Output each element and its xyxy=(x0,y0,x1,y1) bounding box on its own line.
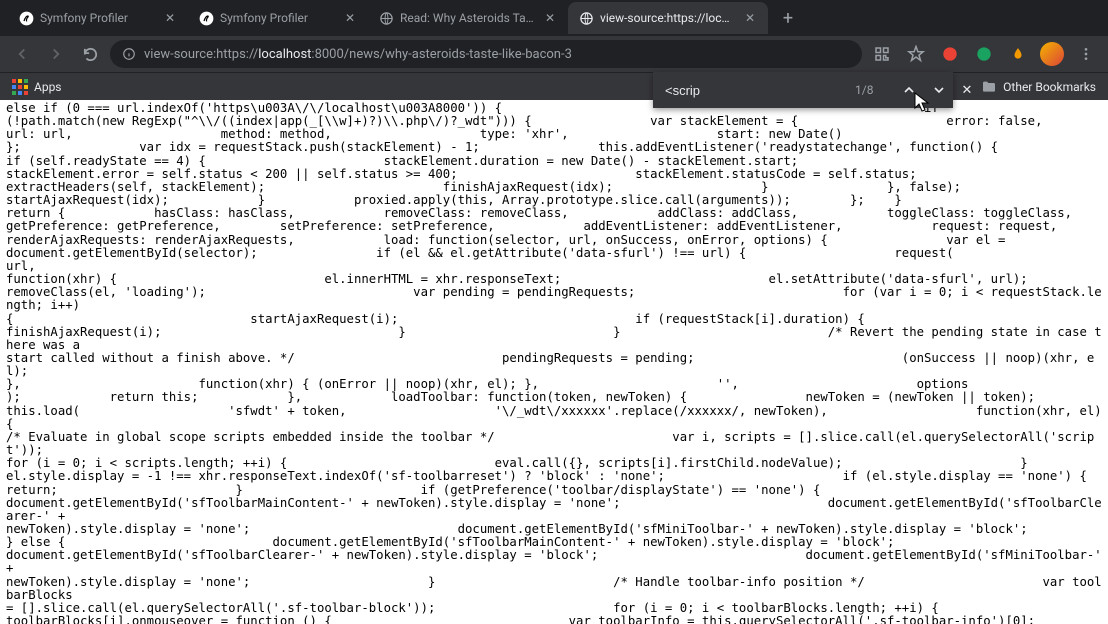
apps-label: Apps xyxy=(34,80,62,94)
globe-icon xyxy=(378,10,394,26)
tab-0[interactable]: Symfony Profiler ✕ xyxy=(8,2,188,34)
tab-title: Symfony Profiler xyxy=(220,11,336,25)
close-icon[interactable]: ✕ xyxy=(542,10,558,26)
find-input[interactable] xyxy=(665,83,841,98)
tab-strip: Symfony Profiler ✕ Symfony Profiler ✕ Re… xyxy=(0,0,1108,36)
symfony-icon xyxy=(198,10,214,26)
find-close-button[interactable]: ✕ xyxy=(961,83,972,98)
new-tab-button[interactable]: + xyxy=(774,4,802,32)
star-icon[interactable] xyxy=(902,40,930,68)
info-icon xyxy=(122,47,136,61)
qr-icon[interactable] xyxy=(868,40,896,68)
folder-icon xyxy=(981,79,997,95)
forward-button[interactable] xyxy=(42,40,70,68)
toolbar: view-source:https://localhost:8000/news/… xyxy=(0,36,1108,72)
tab-2[interactable]: Read: Why Asteroids Taste Like ✕ xyxy=(368,2,568,34)
symfony-icon xyxy=(18,10,34,26)
tab-title: Symfony Profiler xyxy=(40,11,156,25)
back-button[interactable] xyxy=(8,40,36,68)
url-bar[interactable]: view-source:https://localhost:8000/news/… xyxy=(110,40,862,68)
find-next-button[interactable] xyxy=(931,82,947,98)
tab-title: Read: Why Asteroids Taste Like xyxy=(400,11,536,25)
close-icon[interactable]: ✕ xyxy=(162,10,178,26)
close-icon[interactable]: ✕ xyxy=(742,10,758,26)
apps-button[interactable]: Apps xyxy=(12,79,62,95)
close-icon[interactable]: ✕ xyxy=(342,10,358,26)
apps-icon xyxy=(12,79,28,95)
extension-icon[interactable] xyxy=(1004,40,1032,68)
avatar[interactable] xyxy=(1038,40,1066,68)
tab-1[interactable]: Symfony Profiler ✕ xyxy=(188,2,368,34)
find-prev-button[interactable] xyxy=(901,82,917,98)
find-bar: 1/8 ✕ xyxy=(653,72,953,108)
tab-title: view-source:https://localhost:80 xyxy=(600,11,736,25)
extension-icon[interactable] xyxy=(936,40,964,68)
menu-icon[interactable] xyxy=(1072,40,1100,68)
other-bookmarks-label: Other Bookmarks xyxy=(1003,80,1096,94)
source-code[interactable]: else if (0 === url.indexOf('https\u003A\… xyxy=(6,102,1102,624)
tab-3[interactable]: view-source:https://localhost:80 ✕ xyxy=(568,2,768,34)
globe-icon xyxy=(578,10,594,26)
page-content: else if (0 === url.indexOf('https\u003A\… xyxy=(0,100,1108,624)
extension-icon[interactable] xyxy=(970,40,998,68)
other-bookmarks-button[interactable]: Other Bookmarks xyxy=(981,79,1096,95)
find-count: 1/8 xyxy=(855,83,873,97)
url-text: view-source:https://localhost:8000/news/… xyxy=(144,47,850,62)
reload-button[interactable] xyxy=(76,40,104,68)
